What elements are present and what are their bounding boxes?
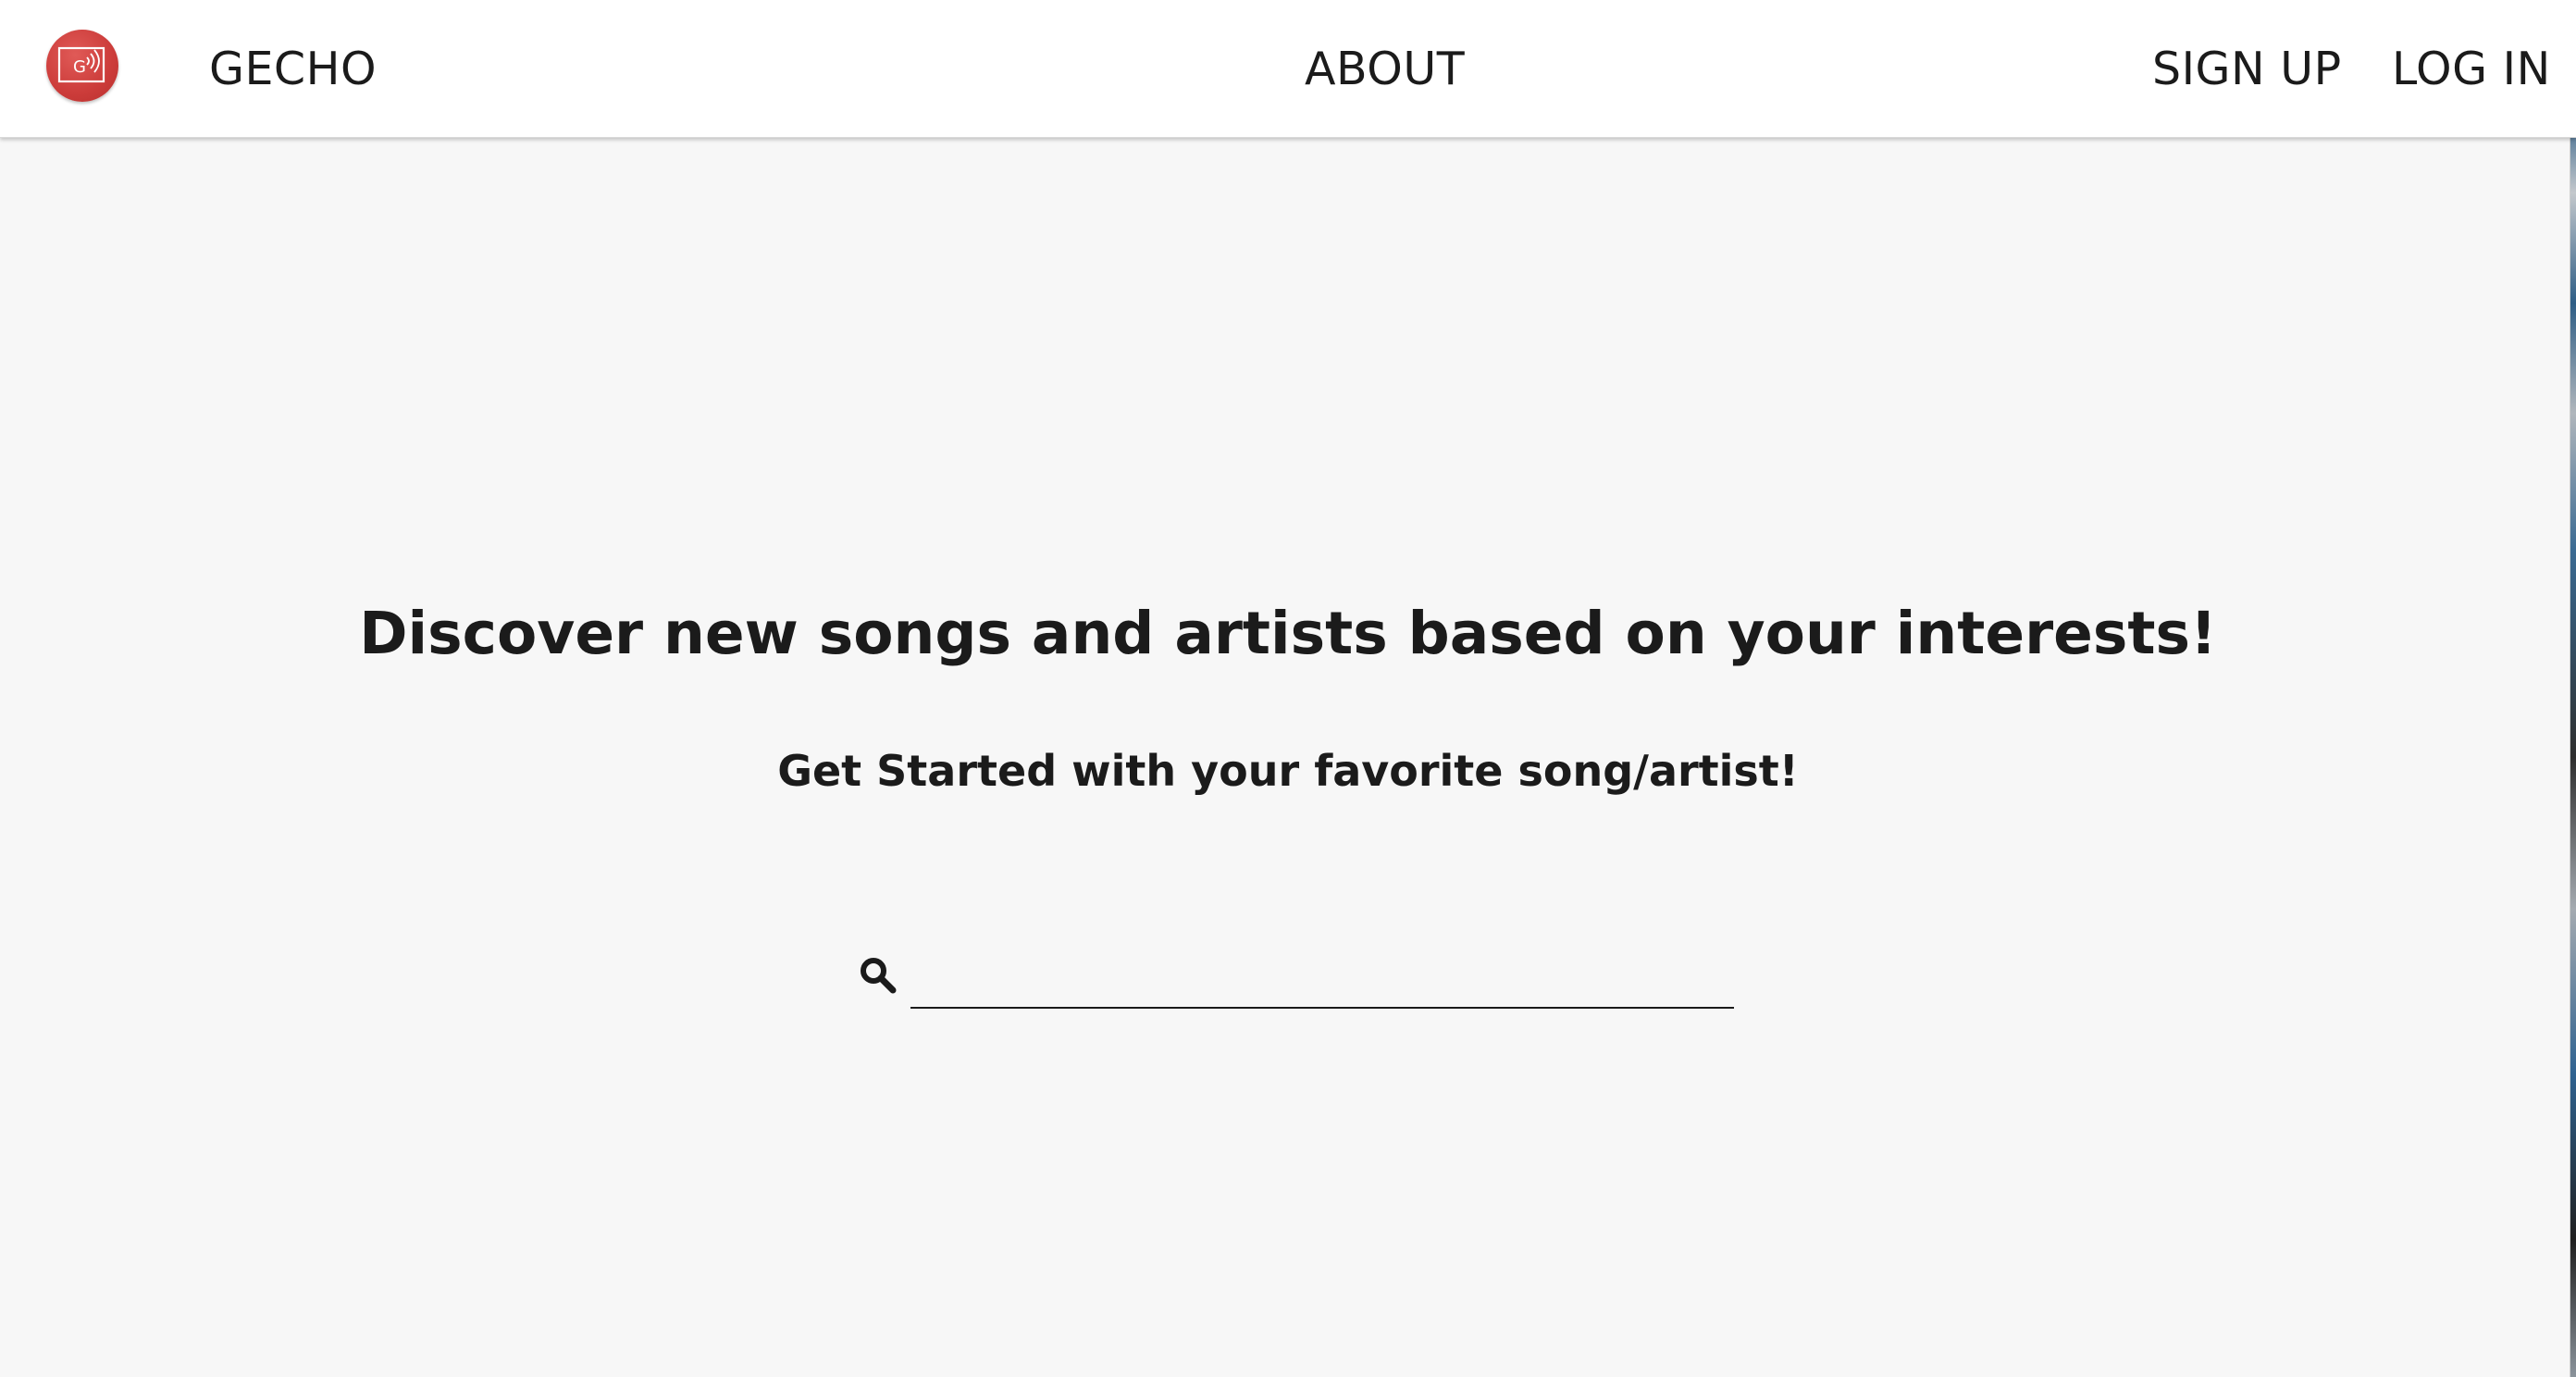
logo-icon: G [57, 46, 105, 83]
page: G GECHO ABOUT SIGN UP LOG IN Discover ne… [0, 0, 2576, 1377]
nav-login[interactable]: LOG IN [2392, 35, 2551, 104]
logo[interactable]: G [46, 30, 118, 102]
search-input[interactable] [910, 953, 1734, 1009]
logo-letter: G [73, 57, 86, 77]
hero-headline: Discover new songs and artists based on … [359, 600, 2217, 667]
search-icon [858, 955, 898, 996]
nav-brand[interactable]: GECHO [209, 35, 377, 104]
navbar: G GECHO ABOUT SIGN UP LOG IN [0, 0, 2576, 138]
hero-subhead: Get Started with your favorite song/arti… [777, 746, 1799, 796]
window-edge-strip [2570, 0, 2576, 1377]
nav-about[interactable]: ABOUT [1305, 35, 1465, 104]
nav-signup[interactable]: SIGN UP [2152, 35, 2342, 104]
